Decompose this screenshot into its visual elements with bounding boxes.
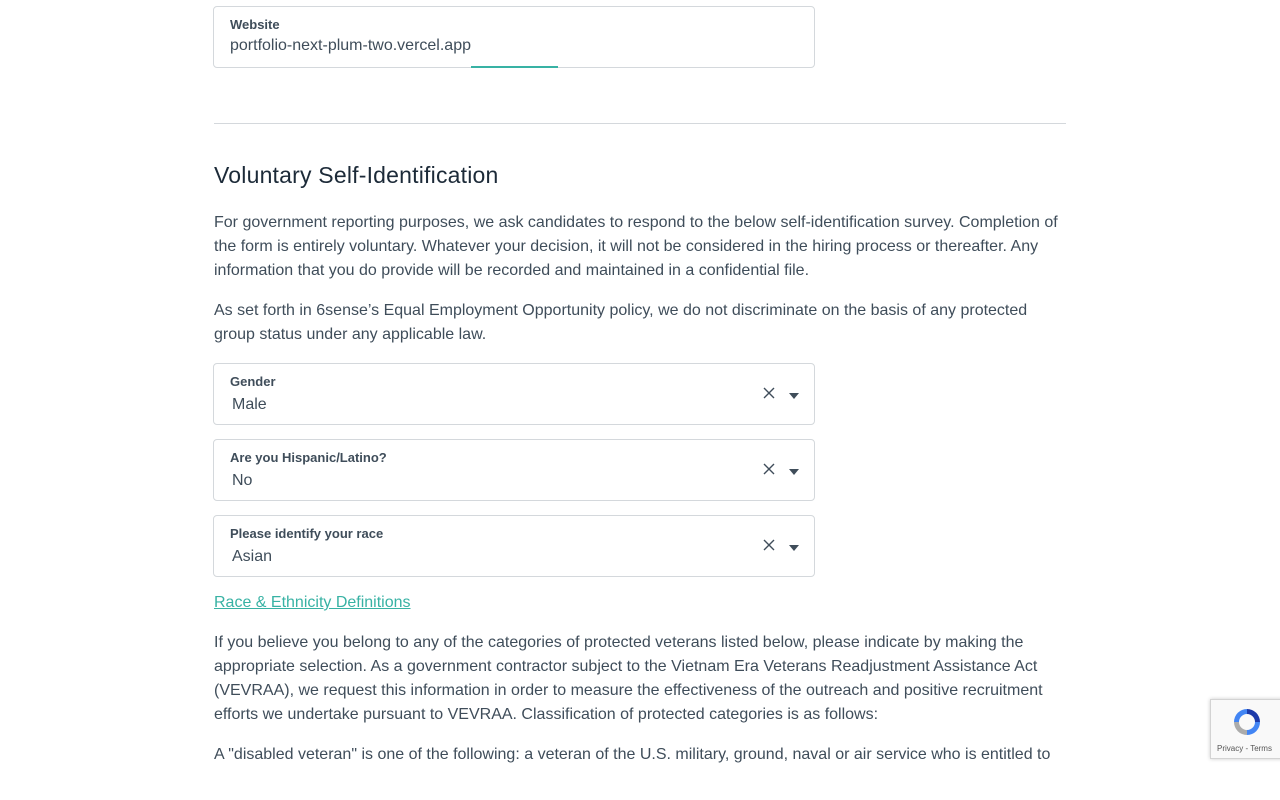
race-value: Asian — [232, 548, 273, 565]
hispanic-label: Are you Hispanic/Latino? — [230, 450, 387, 465]
eeo-policy-paragraph: As set forth in 6sense’s Equal Employmen… — [214, 302, 1028, 343]
caret-down-icon[interactable] — [789, 469, 799, 475]
section-title: Voluntary Self-Identification — [214, 162, 499, 188]
input-focus-indicator — [471, 66, 558, 68]
section-divider — [214, 123, 1066, 124]
race-label: Please identify your race — [230, 526, 384, 541]
website-field[interactable]: Website — [213, 6, 815, 68]
race-ethnicity-definitions-link[interactable]: Race & Ethnicity Definitions — [214, 591, 411, 615]
hispanic-select[interactable]: Are you Hispanic/Latino? No — [213, 439, 815, 501]
application-form: Website Voluntary Self-Identification Fo… — [0, 0, 1280, 800]
veterans-intro-paragraph: If you believe you belong to any of the … — [214, 634, 1043, 723]
hispanic-value: No — [232, 472, 253, 489]
recaptcha-links[interactable]: Privacy - Terms — [1217, 744, 1272, 753]
gender-value: Male — [232, 396, 267, 413]
gender-label: Gender — [230, 374, 276, 389]
close-icon[interactable] — [762, 538, 776, 552]
close-icon[interactable] — [762, 386, 776, 400]
recaptcha-badge[interactable]: Privacy - Terms — [1210, 699, 1280, 759]
caret-down-icon[interactable] — [789, 545, 799, 551]
disabled-veteran-definition: A "disabled veteran" is one of the follo… — [214, 746, 1051, 763]
caret-down-icon[interactable] — [789, 393, 799, 399]
intro-paragraph: For government reporting purposes, we as… — [214, 214, 1058, 279]
gender-select[interactable]: Gender Male — [213, 363, 815, 425]
close-icon[interactable] — [762, 462, 776, 476]
recaptcha-icon — [1234, 709, 1260, 735]
website-input[interactable] — [230, 37, 750, 55]
website-label: Website — [230, 17, 280, 32]
race-select[interactable]: Please identify your race Asian — [213, 515, 815, 577]
